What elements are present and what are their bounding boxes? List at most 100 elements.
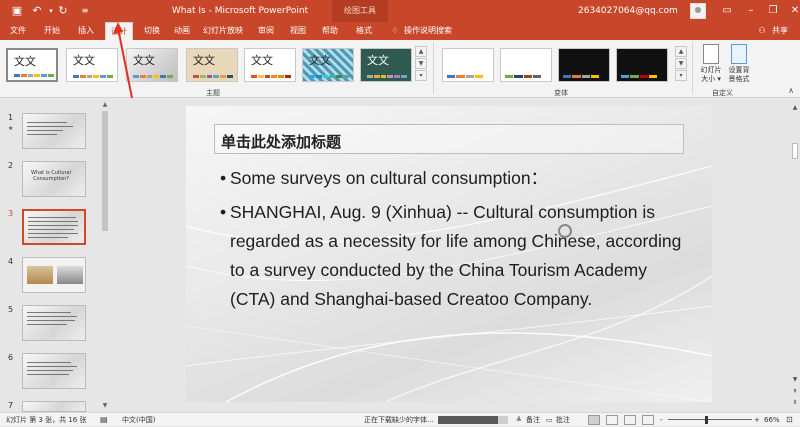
slide-thumbnail-1[interactable] bbox=[22, 113, 86, 149]
slide-thumbnail-2[interactable]: What is Cultural Consumption? bbox=[22, 161, 86, 197]
slide-thumbnail-6[interactable] bbox=[22, 353, 86, 389]
scroll-up-icon[interactable]: ▲ bbox=[791, 103, 799, 112]
collapse-ribbon-icon[interactable]: ∧ bbox=[784, 84, 798, 98]
user-account[interactable]: 2634027064@qq.com bbox=[578, 0, 678, 22]
themes-scroll-up[interactable]: ▲ bbox=[415, 46, 427, 57]
bullet-text-2: SHANGHAI, Aug. 9 (Xinhua) -- Cultural co… bbox=[230, 202, 682, 309]
fit-to-window-icon[interactable]: ⊡ bbox=[786, 413, 793, 427]
progress-fill bbox=[438, 416, 498, 424]
customize-group-label: 自定义 bbox=[712, 89, 733, 97]
format-background-icon bbox=[731, 44, 747, 64]
tab-help[interactable]: 帮助 bbox=[316, 22, 344, 40]
normal-view-button[interactable] bbox=[588, 415, 600, 425]
theme-office[interactable]: 文文 bbox=[6, 48, 58, 82]
share-button[interactable]: 共享 bbox=[768, 22, 792, 40]
themes-scroll-down[interactable]: ▼ bbox=[415, 58, 427, 69]
lightbulb-icon: ♢ bbox=[391, 26, 399, 35]
theme-4[interactable]: 文文 bbox=[186, 48, 238, 82]
separator bbox=[692, 42, 693, 94]
thumbnail-photo bbox=[27, 266, 53, 284]
slide-thumbnail-3[interactable] bbox=[22, 209, 86, 245]
themes-more[interactable]: ▾ bbox=[415, 70, 427, 81]
redo-icon[interactable]: ↻ bbox=[56, 4, 70, 18]
zoom-slider-handle[interactable] bbox=[705, 416, 708, 424]
reading-view-button[interactable] bbox=[624, 415, 636, 425]
tab-insert[interactable]: 插入 bbox=[72, 22, 100, 40]
tab-file[interactable]: 文件 bbox=[4, 22, 32, 40]
customize-icon[interactable]: ≡ bbox=[78, 4, 92, 18]
variant-2[interactable] bbox=[500, 48, 552, 82]
variants-more[interactable]: ▾ bbox=[675, 70, 687, 81]
slide-canvas[interactable]: 单击此处添加标题 • Some surveys on cultural cons… bbox=[186, 106, 712, 402]
zoom-level[interactable]: 66% bbox=[764, 413, 780, 427]
slide-size-icon bbox=[703, 44, 719, 64]
comments-button[interactable]: 批注 bbox=[556, 413, 570, 427]
slide-sorter-button[interactable] bbox=[606, 415, 618, 425]
rotate-handle-icon[interactable] bbox=[558, 224, 572, 238]
bullet-2[interactable]: • SHANGHAI, Aug. 9 (Xinhua) -- Cultural … bbox=[220, 198, 700, 348]
undo-icon[interactable]: ↶ bbox=[30, 4, 44, 18]
format-background-button[interactable]: 设置背 景格式 bbox=[724, 44, 754, 84]
download-progress bbox=[438, 416, 508, 424]
annotation-arrow bbox=[113, 22, 133, 99]
slideshow-button[interactable] bbox=[642, 415, 654, 425]
slide-number-6: 6 bbox=[8, 353, 14, 362]
bullet-text-1: Some surveys on cultural consumption： bbox=[230, 168, 549, 188]
variant-1[interactable] bbox=[442, 48, 494, 82]
save-icon[interactable]: ▣ bbox=[10, 4, 24, 18]
avatar[interactable] bbox=[690, 3, 706, 19]
variants-scroll-up[interactable]: ▲ bbox=[675, 46, 687, 57]
slide-thumbnail-5[interactable] bbox=[22, 305, 86, 341]
slide-number-2: 2 bbox=[8, 161, 14, 170]
theme-5[interactable]: 文文 bbox=[244, 48, 296, 82]
notes-button[interactable]: 备注 bbox=[526, 413, 540, 427]
tab-home[interactable]: 开始 bbox=[38, 22, 66, 40]
tab-format[interactable]: 格式 bbox=[348, 22, 380, 40]
variant-4[interactable] bbox=[616, 48, 668, 82]
editor-scrollbar[interactable]: ▲ ▼ ⇞ ⇟ bbox=[790, 99, 800, 412]
slide-number-4: 4 bbox=[8, 257, 14, 266]
tab-view[interactable]: 视图 bbox=[284, 22, 312, 40]
tab-transitions[interactable]: 切换 bbox=[138, 22, 166, 40]
scroll-down-icon[interactable]: ▼ bbox=[101, 402, 109, 410]
spellcheck-icon[interactable]: ▤ bbox=[100, 413, 108, 427]
zoom-slider[interactable] bbox=[668, 419, 752, 420]
tab-animations[interactable]: 动画 bbox=[168, 22, 196, 40]
variant-3[interactable] bbox=[558, 48, 610, 82]
slide-number-7: 7 bbox=[8, 401, 14, 410]
animation-star-icon: ★ bbox=[8, 125, 14, 132]
close-icon[interactable]: ✕ bbox=[782, 0, 800, 22]
scrollbar-thumb[interactable] bbox=[102, 111, 108, 231]
slide-thumbnail-4[interactable] bbox=[22, 257, 86, 293]
theme-7[interactable]: 文文 bbox=[360, 48, 412, 82]
theme-6[interactable]: 文文 bbox=[302, 48, 354, 82]
prev-slide-icon[interactable]: ⇞ bbox=[791, 387, 799, 396]
separator bbox=[433, 42, 434, 94]
tell-me-search[interactable]: 操作说明搜索 bbox=[404, 22, 464, 40]
slide-number-1: 1 bbox=[8, 113, 14, 122]
download-status: 正在下载缺少的字体... bbox=[364, 416, 434, 424]
ribbon-display-icon[interactable]: ▭ bbox=[714, 0, 740, 22]
title-placeholder[interactable]: 单击此处添加标题 bbox=[214, 124, 684, 154]
slide-number-5: 5 bbox=[8, 305, 14, 314]
tab-review[interactable]: 审阅 bbox=[252, 22, 280, 40]
bullet-1[interactable]: • Some surveys on cultural consumption： bbox=[220, 164, 700, 193]
window-title: What Is - Microsoft PowerPoint bbox=[171, 6, 309, 16]
variants-scroll-down[interactable]: ▼ bbox=[675, 58, 687, 69]
slide-count: 幻灯片 第 3 张，共 16 张 bbox=[6, 416, 87, 424]
scroll-down-icon[interactable]: ▼ bbox=[791, 375, 799, 384]
scrollbar-thumb[interactable] bbox=[792, 143, 798, 159]
slide-title: 单击此处添加标题 bbox=[221, 133, 342, 151]
zoom-out-button[interactable]: - bbox=[660, 413, 663, 427]
slide-number-3: 3 bbox=[8, 209, 14, 218]
scroll-up-icon[interactable]: ▲ bbox=[101, 101, 109, 109]
language-indicator[interactable]: 中文(中国) bbox=[122, 413, 155, 427]
thumbnails-scrollbar[interactable]: ▲ ▼ bbox=[101, 99, 109, 412]
tab-slideshow[interactable]: 幻灯片放映 bbox=[200, 22, 246, 40]
slide-thumbnail-7[interactable] bbox=[22, 401, 86, 412]
zoom-in-button[interactable]: + bbox=[754, 413, 760, 427]
thumbnail-photo bbox=[57, 266, 83, 284]
next-slide-icon[interactable]: ⇟ bbox=[791, 398, 799, 407]
comments-icon: ▭ bbox=[546, 416, 553, 424]
slide-size-button[interactable]: 幻灯片 大小 ▾ bbox=[696, 44, 726, 84]
